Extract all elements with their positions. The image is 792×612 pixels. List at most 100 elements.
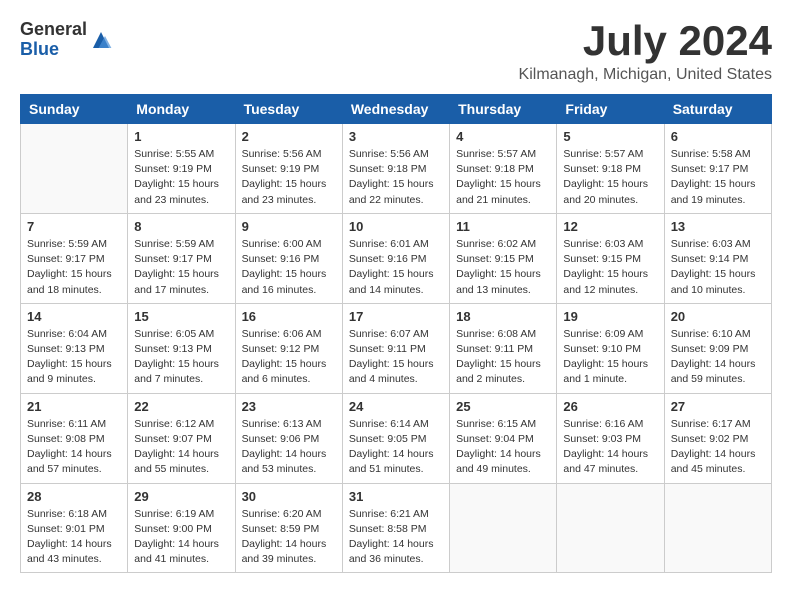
- calendar-cell: 7 Sunrise: 5:59 AMSunset: 9:17 PMDaylight…: [21, 213, 128, 303]
- calendar-cell: 8 Sunrise: 5:59 AMSunset: 9:17 PMDaylight…: [128, 213, 235, 303]
- day-info: Sunrise: 6:15 AMSunset: 9:04 PMDaylight:…: [456, 417, 550, 478]
- calendar-cell: 28 Sunrise: 6:18 AMSunset: 9:01 PMDayligh…: [21, 483, 128, 573]
- calendar-table: SundayMondayTuesdayWednesdayThursdayFrid…: [20, 94, 772, 573]
- calendar-cell: 19 Sunrise: 6:09 AMSunset: 9:10 PMDayligh…: [557, 303, 664, 393]
- day-header-tuesday: Tuesday: [235, 95, 342, 124]
- day-number: 6: [671, 129, 765, 144]
- day-info: Sunrise: 6:19 AMSunset: 9:00 PMDaylight:…: [134, 507, 228, 568]
- day-info: Sunrise: 6:02 AMSunset: 9:15 PMDaylight:…: [456, 237, 550, 298]
- day-number: 4: [456, 129, 550, 144]
- calendar-cell: 6 Sunrise: 5:58 AMSunset: 9:17 PMDaylight…: [664, 124, 771, 214]
- day-info: Sunrise: 6:00 AMSunset: 9:16 PMDaylight:…: [242, 237, 336, 298]
- calendar-cell: 21 Sunrise: 6:11 AMSunset: 9:08 PMDayligh…: [21, 393, 128, 483]
- day-info: Sunrise: 5:59 AMSunset: 9:17 PMDaylight:…: [27, 237, 121, 298]
- day-info: Sunrise: 5:59 AMSunset: 9:17 PMDaylight:…: [134, 237, 228, 298]
- day-info: Sunrise: 5:58 AMSunset: 9:17 PMDaylight:…: [671, 147, 765, 208]
- calendar-cell: 4 Sunrise: 5:57 AMSunset: 9:18 PMDaylight…: [450, 124, 557, 214]
- day-number: 19: [563, 309, 657, 324]
- day-header-monday: Monday: [128, 95, 235, 124]
- day-number: 17: [349, 309, 443, 324]
- day-info: Sunrise: 6:11 AMSunset: 9:08 PMDaylight:…: [27, 417, 121, 478]
- calendar-cell: 10 Sunrise: 6:01 AMSunset: 9:16 PMDayligh…: [342, 213, 449, 303]
- day-info: Sunrise: 6:16 AMSunset: 9:03 PMDaylight:…: [563, 417, 657, 478]
- page-header: General Blue July 2024 Kilmanagh, Michig…: [20, 20, 772, 84]
- day-number: 11: [456, 219, 550, 234]
- day-info: Sunrise: 6:21 AMSunset: 8:58 PMDaylight:…: [349, 507, 443, 568]
- calendar-cell: 18Sunrise: 6:08 AMSunset: 9:11 PMDayligh…: [450, 303, 557, 393]
- calendar-cell: 3 Sunrise: 5:56 AMSunset: 9:18 PMDaylight…: [342, 124, 449, 214]
- day-number: 7: [27, 219, 121, 234]
- logo-blue-text: Blue: [20, 40, 87, 60]
- day-info: Sunrise: 5:57 AMSunset: 9:18 PMDaylight:…: [456, 147, 550, 208]
- calendar-cell: [557, 483, 664, 573]
- day-header-friday: Friday: [557, 95, 664, 124]
- day-number: 14: [27, 309, 121, 324]
- day-header-saturday: Saturday: [664, 95, 771, 124]
- calendar-cell: [21, 124, 128, 214]
- day-number: 15: [134, 309, 228, 324]
- day-info: Sunrise: 6:09 AMSunset: 9:10 PMDaylight:…: [563, 327, 657, 388]
- calendar-cell: 15Sunrise: 6:05 AMSunset: 9:13 PMDayligh…: [128, 303, 235, 393]
- calendar-header-row: SundayMondayTuesdayWednesdayThursdayFrid…: [21, 95, 772, 124]
- calendar-cell: 24Sunrise: 6:14 AMSunset: 9:05 PMDayligh…: [342, 393, 449, 483]
- day-info: Sunrise: 6:03 AMSunset: 9:14 PMDaylight:…: [671, 237, 765, 298]
- day-info: Sunrise: 5:55 AMSunset: 9:19 PMDaylight:…: [134, 147, 228, 208]
- day-info: Sunrise: 6:07 AMSunset: 9:11 PMDaylight:…: [349, 327, 443, 388]
- day-info: Sunrise: 6:12 AMSunset: 9:07 PMDaylight:…: [134, 417, 228, 478]
- day-number: 20: [671, 309, 765, 324]
- week-row-1: 1 Sunrise: 5:55 AMSunset: 9:19 PMDaylight…: [21, 124, 772, 214]
- logo-general-text: General: [20, 20, 87, 40]
- calendar-cell: 5 Sunrise: 5:57 AMSunset: 9:18 PMDaylight…: [557, 124, 664, 214]
- day-header-thursday: Thursday: [450, 95, 557, 124]
- day-number: 28: [27, 489, 121, 504]
- day-info: Sunrise: 6:04 AMSunset: 9:13 PMDaylight:…: [27, 327, 121, 388]
- day-number: 1: [134, 129, 228, 144]
- day-info: Sunrise: 6:10 AMSunset: 9:09 PMDaylight:…: [671, 327, 765, 388]
- calendar-cell: 31 Sunrise: 6:21 AMSunset: 8:58 PMDayligh…: [342, 483, 449, 573]
- week-row-3: 14 Sunrise: 6:04 AMSunset: 9:13 PMDayligh…: [21, 303, 772, 393]
- day-number: 21: [27, 399, 121, 414]
- day-info: Sunrise: 5:56 AMSunset: 9:19 PMDaylight:…: [242, 147, 336, 208]
- calendar-cell: [664, 483, 771, 573]
- calendar-cell: 11 Sunrise: 6:02 AMSunset: 9:15 PMDayligh…: [450, 213, 557, 303]
- calendar-cell: 26 Sunrise: 6:16 AMSunset: 9:03 PMDayligh…: [557, 393, 664, 483]
- day-number: 23: [242, 399, 336, 414]
- title-block: July 2024 Kilmanagh, Michigan, United St…: [519, 20, 772, 84]
- day-number: 31: [349, 489, 443, 504]
- day-header-sunday: Sunday: [21, 95, 128, 124]
- calendar-cell: 13 Sunrise: 6:03 AMSunset: 9:14 PMDayligh…: [664, 213, 771, 303]
- day-number: 3: [349, 129, 443, 144]
- day-info: Sunrise: 6:03 AMSunset: 9:15 PMDaylight:…: [563, 237, 657, 298]
- day-number: 12: [563, 219, 657, 234]
- day-number: 13: [671, 219, 765, 234]
- logo-icon: [89, 28, 113, 52]
- day-number: 9: [242, 219, 336, 234]
- calendar-cell: 2Sunrise: 5:56 AMSunset: 9:19 PMDaylight…: [235, 124, 342, 214]
- day-number: 8: [134, 219, 228, 234]
- day-info: Sunrise: 6:13 AMSunset: 9:06 PMDaylight:…: [242, 417, 336, 478]
- day-number: 25: [456, 399, 550, 414]
- day-info: Sunrise: 5:57 AMSunset: 9:18 PMDaylight:…: [563, 147, 657, 208]
- day-info: Sunrise: 6:17 AMSunset: 9:02 PMDaylight:…: [671, 417, 765, 478]
- day-info: Sunrise: 6:06 AMSunset: 9:12 PMDaylight:…: [242, 327, 336, 388]
- day-number: 10: [349, 219, 443, 234]
- calendar-cell: 25 Sunrise: 6:15 AMSunset: 9:04 PMDayligh…: [450, 393, 557, 483]
- day-info: Sunrise: 5:56 AMSunset: 9:18 PMDaylight:…: [349, 147, 443, 208]
- day-info: Sunrise: 6:01 AMSunset: 9:16 PMDaylight:…: [349, 237, 443, 298]
- calendar-cell: 20 Sunrise: 6:10 AMSunset: 9:09 PMDayligh…: [664, 303, 771, 393]
- calendar-cell: 12 Sunrise: 6:03 AMSunset: 9:15 PMDayligh…: [557, 213, 664, 303]
- calendar-cell: 27Sunrise: 6:17 AMSunset: 9:02 PMDayligh…: [664, 393, 771, 483]
- day-number: 29: [134, 489, 228, 504]
- day-info: Sunrise: 6:18 AMSunset: 9:01 PMDaylight:…: [27, 507, 121, 568]
- day-info: Sunrise: 6:20 AMSunset: 8:59 PMDaylight:…: [242, 507, 336, 568]
- day-number: 5: [563, 129, 657, 144]
- week-row-5: 28 Sunrise: 6:18 AMSunset: 9:01 PMDayligh…: [21, 483, 772, 573]
- week-row-4: 21 Sunrise: 6:11 AMSunset: 9:08 PMDayligh…: [21, 393, 772, 483]
- day-number: 26: [563, 399, 657, 414]
- month-title: July 2024: [519, 20, 772, 62]
- day-header-wednesday: Wednesday: [342, 95, 449, 124]
- calendar-cell: [450, 483, 557, 573]
- day-number: 18: [456, 309, 550, 324]
- calendar-cell: 30Sunrise: 6:20 AMSunset: 8:59 PMDayligh…: [235, 483, 342, 573]
- day-number: 16: [242, 309, 336, 324]
